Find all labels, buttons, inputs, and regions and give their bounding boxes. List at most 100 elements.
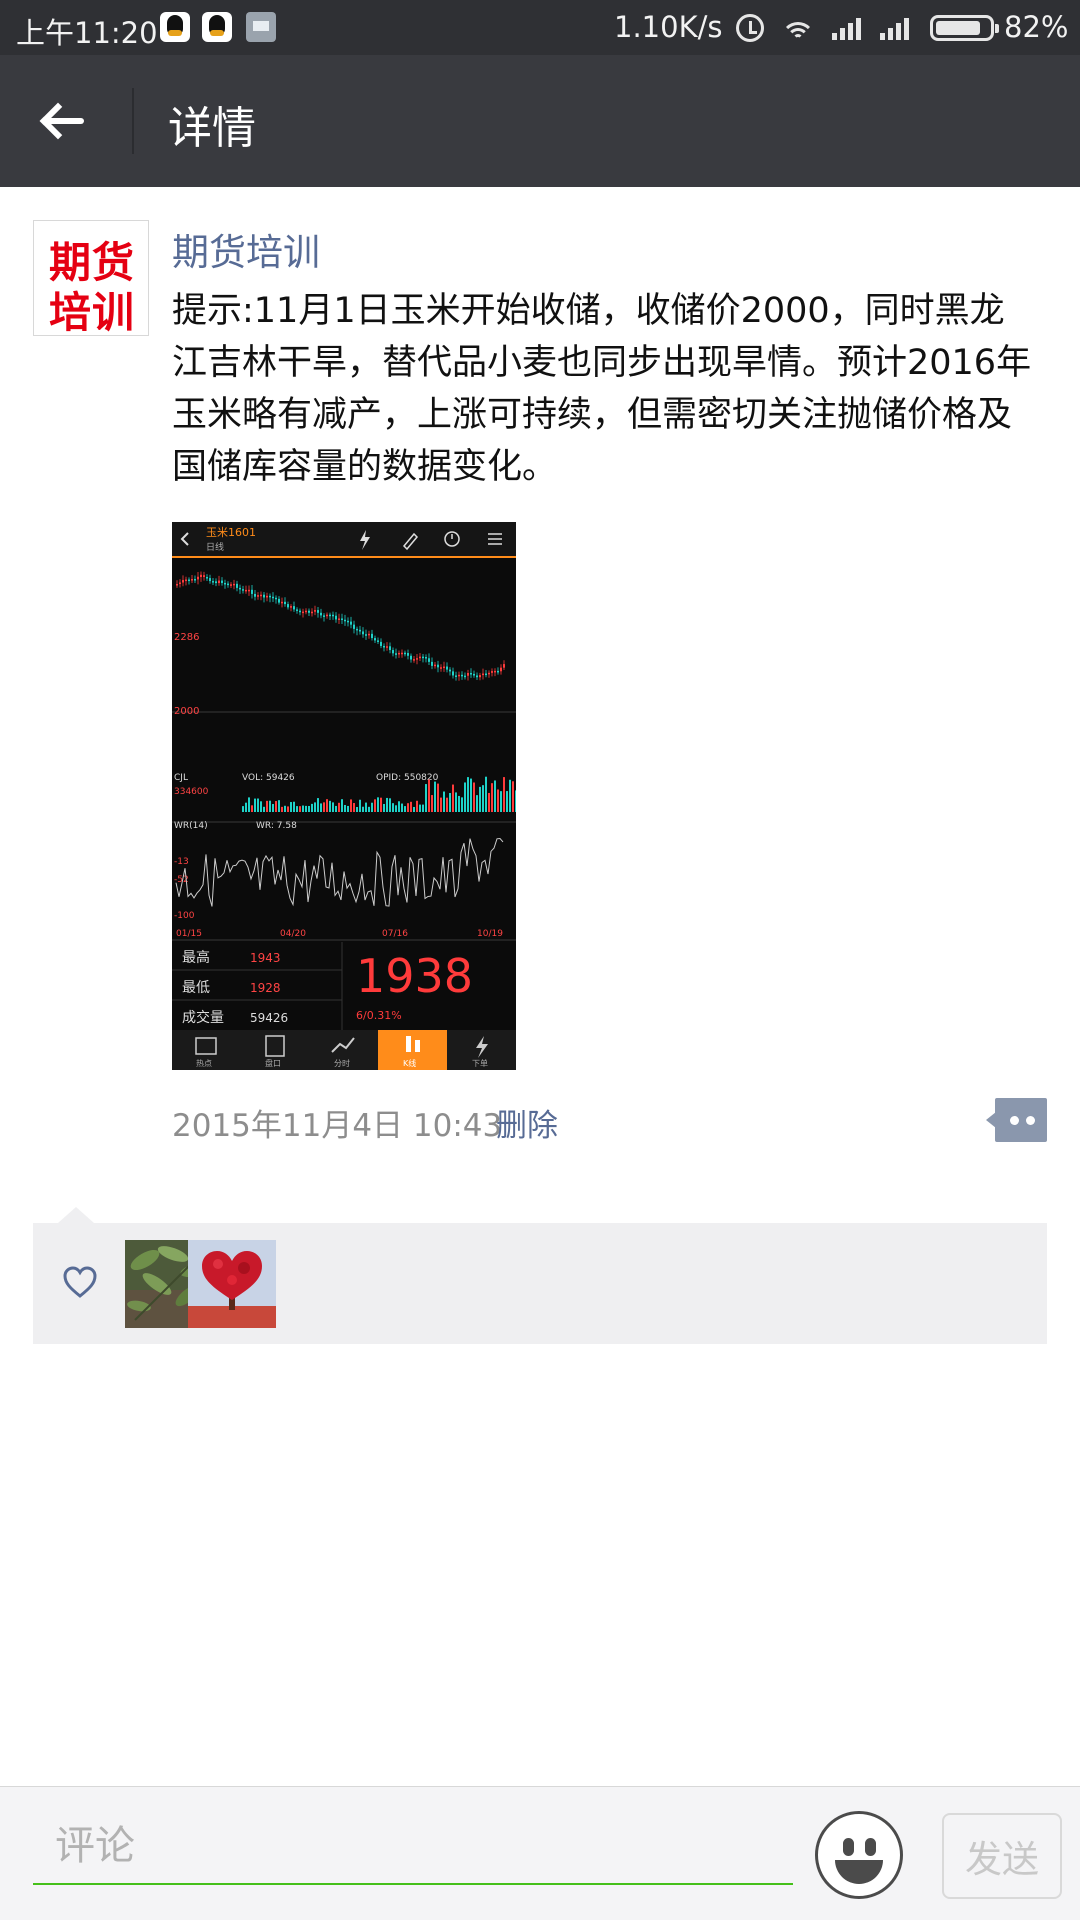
volume-bar bbox=[320, 803, 322, 812]
volume-bar bbox=[245, 802, 247, 812]
volume-bar bbox=[374, 799, 376, 812]
volume-bar bbox=[464, 782, 466, 812]
volume-bar bbox=[371, 802, 373, 812]
kline-candle bbox=[377, 640, 379, 642]
kline-candle bbox=[434, 664, 436, 667]
volume-bar bbox=[341, 799, 343, 812]
volume-bar bbox=[485, 776, 487, 812]
kline-candle bbox=[350, 621, 352, 625]
volume-bar bbox=[443, 791, 445, 812]
kline-candle bbox=[197, 576, 199, 580]
emoji-button[interactable] bbox=[815, 1811, 903, 1899]
kline-candle bbox=[179, 582, 181, 585]
svg-text:分时: 分时 bbox=[334, 1058, 350, 1068]
volume-bar bbox=[242, 806, 244, 812]
kline-candle bbox=[386, 646, 388, 648]
kline-candle bbox=[311, 611, 313, 614]
kline-candle bbox=[290, 606, 292, 608]
comment-button[interactable] bbox=[986, 1098, 1047, 1142]
kline-candle bbox=[479, 675, 481, 678]
kline-candle bbox=[242, 589, 244, 591]
volume-bar bbox=[410, 801, 412, 812]
volume-bar bbox=[413, 806, 415, 812]
volume-bar bbox=[425, 784, 427, 812]
kline-candle bbox=[374, 638, 376, 641]
message-icon bbox=[246, 12, 276, 42]
author-name[interactable]: 期货培训 bbox=[172, 222, 320, 276]
kline-candle bbox=[251, 589, 253, 594]
author-avatar[interactable]: 期货 培训 bbox=[33, 220, 149, 337]
wifi-icon bbox=[780, 12, 816, 42]
volume-bar bbox=[458, 795, 460, 812]
kline-candle bbox=[395, 653, 397, 655]
svg-text:2000: 2000 bbox=[174, 706, 199, 717]
volume-bar bbox=[455, 792, 457, 812]
screen: 上午11:20 1.10K/s 82% 详情 期货 培训 期货培训 提示:11月… bbox=[0, 0, 1080, 1920]
svg-text:-13: -13 bbox=[174, 857, 189, 867]
kline-candle bbox=[329, 614, 331, 617]
volume-bar bbox=[308, 805, 310, 812]
volume-bar bbox=[449, 793, 451, 812]
volume-bar bbox=[305, 805, 307, 812]
kline-candle bbox=[305, 610, 307, 613]
send-button[interactable]: 发送 bbox=[942, 1813, 1062, 1899]
network-speed: 1.10K/s bbox=[614, 10, 723, 44]
volume-bar bbox=[329, 800, 331, 812]
volume-bar bbox=[416, 800, 418, 812]
avatar-text-line2: 培训 bbox=[48, 288, 135, 337]
volume-bar bbox=[362, 806, 364, 812]
svg-text:成交量: 成交量 bbox=[182, 1009, 224, 1026]
kline-candle bbox=[215, 581, 217, 584]
kline-candle bbox=[296, 609, 298, 611]
kline-candle bbox=[254, 593, 256, 597]
volume-bar bbox=[377, 797, 379, 812]
delete-link[interactable]: 删除 bbox=[496, 1100, 558, 1145]
kline-candle bbox=[389, 646, 391, 651]
volume-bar bbox=[389, 798, 391, 812]
kline-candle bbox=[230, 584, 232, 586]
kline-candle bbox=[503, 664, 505, 668]
heart-outline-icon bbox=[63, 1266, 97, 1298]
volume-bar bbox=[338, 802, 340, 812]
volume-bar bbox=[287, 806, 289, 812]
comment-input[interactable] bbox=[33, 1809, 793, 1885]
svg-text:CJL: CJL bbox=[174, 773, 188, 783]
status-bar: 上午11:20 1.10K/s 82% bbox=[0, 0, 1080, 55]
kline-candle bbox=[314, 610, 316, 612]
post-image-chart: 玉米1601 日线 2286 2000 CJL VOL: 59426 OPID:… bbox=[172, 522, 516, 1070]
post-text: 提示:11月1日玉米开始收储，收储价2000，同时黑龙江吉林干旱，替代品小麦也同… bbox=[172, 291, 1032, 487]
volume-bar bbox=[323, 802, 325, 812]
svg-text:01/15: 01/15 bbox=[176, 929, 202, 939]
volume-bar bbox=[428, 779, 430, 812]
volume-bar bbox=[440, 797, 442, 812]
kline-candle bbox=[356, 628, 358, 631]
kline-candle bbox=[221, 580, 223, 583]
kline-candle bbox=[470, 672, 472, 675]
kline-candle bbox=[332, 614, 334, 617]
volume-bar bbox=[317, 798, 319, 812]
volume-bar bbox=[437, 783, 439, 812]
volume-bar bbox=[422, 804, 424, 812]
liker-avatar-heart-tree[interactable] bbox=[188, 1240, 276, 1328]
kline-candle bbox=[443, 666, 445, 669]
kline-candle bbox=[209, 578, 211, 582]
volume-bar bbox=[251, 805, 253, 812]
svg-text:VOL: 59426: VOL: 59426 bbox=[242, 773, 295, 783]
kline-candle bbox=[368, 633, 370, 636]
kline-candle bbox=[212, 581, 214, 583]
volume-bar bbox=[269, 800, 271, 812]
kline-candle bbox=[308, 610, 310, 613]
post-image[interactable]: 玉米1601 日线 2286 2000 CJL VOL: 59426 OPID:… bbox=[172, 522, 516, 1070]
svg-text:1928: 1928 bbox=[250, 981, 281, 995]
kline-candle bbox=[245, 589, 247, 592]
volume-bar bbox=[461, 797, 463, 812]
qq-icon bbox=[160, 12, 190, 42]
kline-candle bbox=[365, 634, 367, 636]
alarm-icon bbox=[736, 14, 764, 42]
kline-candle bbox=[323, 615, 325, 617]
back-button[interactable] bbox=[30, 89, 100, 153]
volume-bar bbox=[335, 805, 337, 812]
volume-bar bbox=[476, 795, 478, 812]
volume-bar bbox=[386, 797, 388, 812]
kline-candle bbox=[371, 633, 373, 639]
